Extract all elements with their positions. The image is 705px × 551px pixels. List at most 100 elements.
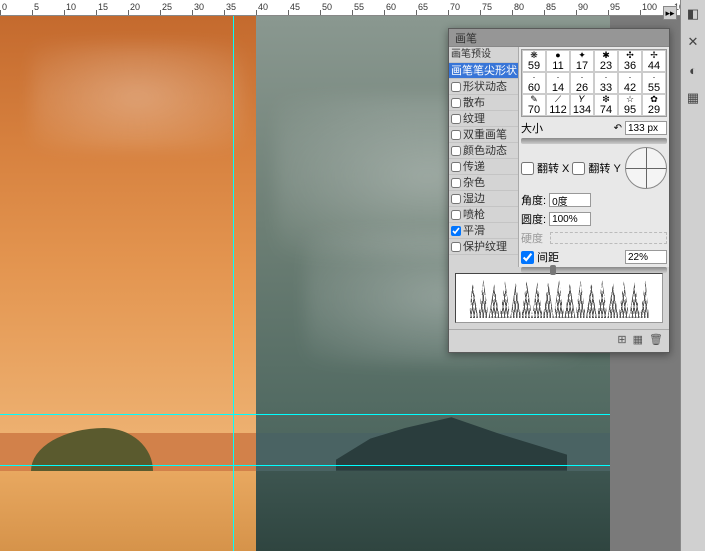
size-label: 大小 (521, 120, 543, 136)
roundness-label: 圆度: (521, 211, 546, 227)
brush-option-row[interactable]: 颜色动态 (449, 143, 518, 159)
option-checkbox[interactable] (451, 178, 461, 188)
flip-y-checkbox[interactable] (572, 162, 585, 175)
reset-icon[interactable]: ↶ (614, 123, 622, 134)
new-icon[interactable]: ▦ (633, 333, 643, 346)
cloud (31, 43, 245, 150)
ruler-tick: 35 (226, 2, 236, 12)
option-label: 颜色动态 (463, 143, 507, 159)
option-label: 形状动态 (463, 79, 507, 95)
water-right (256, 471, 610, 551)
option-checkbox[interactable] (451, 98, 461, 108)
option-checkbox[interactable] (451, 114, 461, 124)
option-checkbox[interactable] (451, 210, 461, 220)
tool-square-icon[interactable]: ▦ (683, 88, 703, 108)
panel-footer: ⊞ ▦ 🗑 (449, 329, 669, 349)
brush-tip-cell[interactable]: ☆95 (618, 94, 642, 116)
tool-circle-icon[interactable]: ◐ (683, 60, 703, 80)
brush-tip-cell[interactable]: ✿29 (642, 94, 666, 116)
ruler-tick: 20 (130, 2, 140, 12)
toggle-icon[interactable]: ⊞ (617, 333, 626, 346)
brush-tip-cell[interactable]: ✣36 (618, 50, 642, 72)
option-checkbox[interactable] (451, 242, 461, 252)
right-toolbar: ◧ ✕ ◐ ▦ (680, 0, 705, 551)
option-label: 喷枪 (463, 207, 485, 223)
guide-horizontal[interactable] (0, 465, 610, 466)
brush-tip-cell[interactable]: ·14 (546, 72, 570, 94)
brush-option-row[interactable]: 传递 (449, 159, 518, 175)
brush-tip-cell[interactable]: ✎70 (522, 94, 546, 116)
brush-tip-cell[interactable]: ❇74 (594, 94, 618, 116)
brush-tip-cell[interactable]: ✱23 (594, 50, 618, 72)
spacing-input[interactable] (625, 250, 667, 264)
hardness-label: 硬度 (521, 230, 543, 246)
spacing-slider[interactable] (521, 267, 667, 273)
stroke-sample (469, 278, 649, 318)
panel-tab-brush[interactable]: 画笔 (449, 29, 669, 47)
brush-option-row[interactable]: 散布 (449, 95, 518, 111)
brush-tip-grid: ❋59●11✦17✱23✣36✢44 ·60·14·26·33·42·55 ✎70⟋… (521, 49, 667, 117)
brush-tip-cell[interactable]: ·60 (522, 72, 546, 94)
ruler-tick: 60 (386, 2, 396, 12)
roundness-input[interactable] (549, 212, 591, 226)
brush-tip-cell[interactable]: ✢44 (642, 50, 666, 72)
option-label: 画笔笔尖形状 (451, 63, 517, 79)
option-checkbox[interactable] (451, 82, 461, 92)
brush-option-row[interactable]: 保护纹理 (449, 239, 518, 255)
brush-option-row[interactable]: 纹理 (449, 111, 518, 127)
option-checkbox[interactable] (451, 226, 461, 236)
option-checkbox[interactable] (451, 162, 461, 172)
brush-option-row[interactable]: 平滑 (449, 223, 518, 239)
option-label: 散布 (463, 95, 485, 111)
option-label: 保护纹理 (463, 239, 507, 255)
ruler-tick: 65 (418, 2, 428, 12)
ruler-horizontal: 0510152025303540455055606570758085909510… (0, 0, 680, 16)
brush-option-row[interactable]: 双重画笔 (449, 127, 518, 143)
brush-presets-button[interactable]: 画笔预设 (449, 47, 518, 63)
brush-tip-cell[interactable]: ✦17 (570, 50, 594, 72)
angle-compass[interactable] (625, 147, 667, 189)
spacing-checkbox[interactable] (521, 251, 534, 264)
size-input[interactable] (625, 121, 667, 135)
brush-tip-cell[interactable]: ·33 (594, 72, 618, 94)
size-slider[interactable] (521, 138, 667, 144)
brush-option-row[interactable]: 画笔笔尖形状 (449, 63, 518, 79)
brush-option-row[interactable]: 杂色 (449, 175, 518, 191)
option-checkbox[interactable] (451, 130, 461, 140)
ruler-tick: 40 (258, 2, 268, 12)
flip-y-label: 翻转 Y (588, 160, 620, 176)
guide-vertical[interactable] (233, 16, 234, 551)
brush-tip-cell[interactable]: ●11 (546, 50, 570, 72)
ruler-tick: 70 (450, 2, 460, 12)
ruler-tick: 30 (194, 2, 204, 12)
option-label: 杂色 (463, 175, 485, 191)
trash-icon[interactable]: 🗑 (649, 333, 663, 346)
brush-tip-cell[interactable]: 𝑌134 (570, 94, 594, 116)
brush-tip-cell[interactable]: ❋59 (522, 50, 546, 72)
brush-tip-cell[interactable]: ·42 (618, 72, 642, 94)
ruler-tick: 10 (66, 2, 76, 12)
option-label: 纹理 (463, 111, 485, 127)
ruler-tick: 15 (98, 2, 108, 12)
guide-horizontal[interactable] (0, 414, 610, 415)
option-checkbox[interactable] (451, 146, 461, 156)
brush-option-row[interactable]: 喷枪 (449, 207, 518, 223)
flip-x-checkbox[interactable] (521, 162, 534, 175)
ruler-tick: 80 (514, 2, 524, 12)
ruler-tick: 25 (162, 2, 172, 12)
angle-input[interactable] (549, 193, 591, 207)
tool-overlap-icon[interactable]: ◧ (683, 4, 703, 24)
tool-wrench-icon[interactable]: ✕ (683, 32, 703, 52)
brush-tip-cell[interactable]: ·26 (570, 72, 594, 94)
brush-tip-cell[interactable]: ·55 (642, 72, 666, 94)
ruler-tick: 90 (578, 2, 588, 12)
brush-tip-cell[interactable]: ⟋112 (546, 94, 570, 116)
option-checkbox[interactable] (451, 194, 461, 204)
ruler-tick: 50 (322, 2, 332, 12)
brush-panel: 画笔 画笔预设 画笔笔尖形状形状动态散布纹理双重画笔颜色动态传递杂色湿边喷枪平滑… (448, 28, 670, 353)
brush-option-row[interactable]: 形状动态 (449, 79, 518, 95)
expand-panels-button[interactable]: ▸▸ (663, 6, 677, 20)
slider-thumb[interactable] (550, 265, 556, 275)
angle-label: 角度: (521, 192, 546, 208)
brush-option-row[interactable]: 湿边 (449, 191, 518, 207)
